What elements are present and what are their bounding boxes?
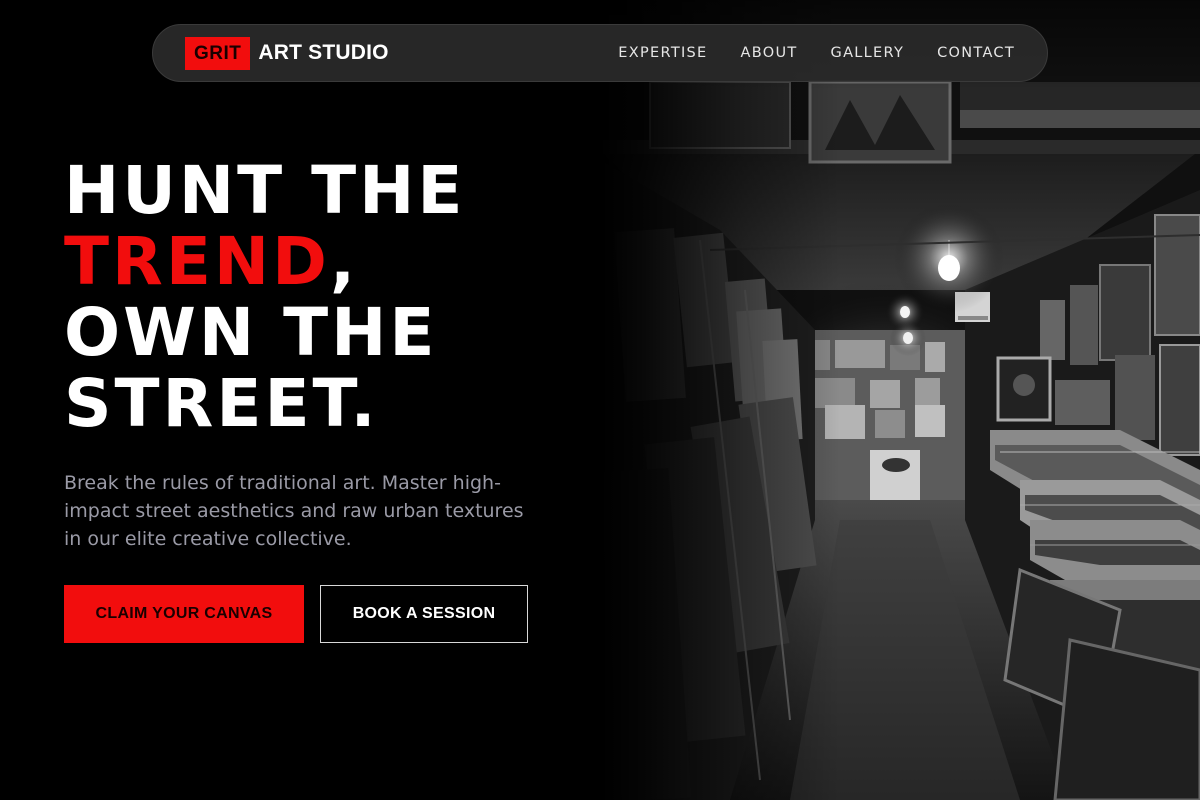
hero-image	[600, 0, 1200, 800]
nav-links: EXPERTISE ABOUT GALLERY CONTACT	[618, 45, 1015, 61]
headline-line-1: HUNT THE	[64, 152, 466, 229]
book-session-button[interactable]: BOOK A SESSION	[320, 585, 528, 643]
brand-name: ART STUDIO	[258, 41, 389, 64]
nav-link-expertise[interactable]: EXPERTISE	[618, 45, 707, 61]
headline-line-4: STREET.	[64, 365, 379, 442]
hero-description: Break the rules of traditional art. Mast…	[64, 472, 524, 550]
brand-logo[interactable]: GRIT ART STUDIO	[185, 36, 389, 70]
nav-link-contact[interactable]: CONTACT	[937, 45, 1015, 61]
brand-tag: GRIT	[185, 36, 251, 70]
nav-link-about[interactable]: ABOUT	[741, 45, 798, 61]
top-navigation: GRIT ART STUDIO EXPERTISE ABOUT GALLERY …	[152, 24, 1048, 82]
landing-page: GRIT ART STUDIO EXPERTISE ABOUT GALLERY …	[0, 0, 1200, 800]
headline-highlight: TREND	[64, 223, 330, 300]
hero-headline: HUNT THE TREND, OWN THE STREET.	[64, 155, 604, 439]
headline-line-3: OWN THE	[64, 294, 438, 371]
hero-section: HUNT THE TREND, OWN THE STREET.	[64, 155, 604, 439]
art-storage-photo	[600, 0, 1200, 800]
claim-canvas-button[interactable]: CLAIM YOUR CANVAS	[64, 585, 304, 643]
nav-link-gallery[interactable]: GALLERY	[831, 45, 905, 61]
headline-highlight-suffix: ,	[329, 223, 359, 300]
